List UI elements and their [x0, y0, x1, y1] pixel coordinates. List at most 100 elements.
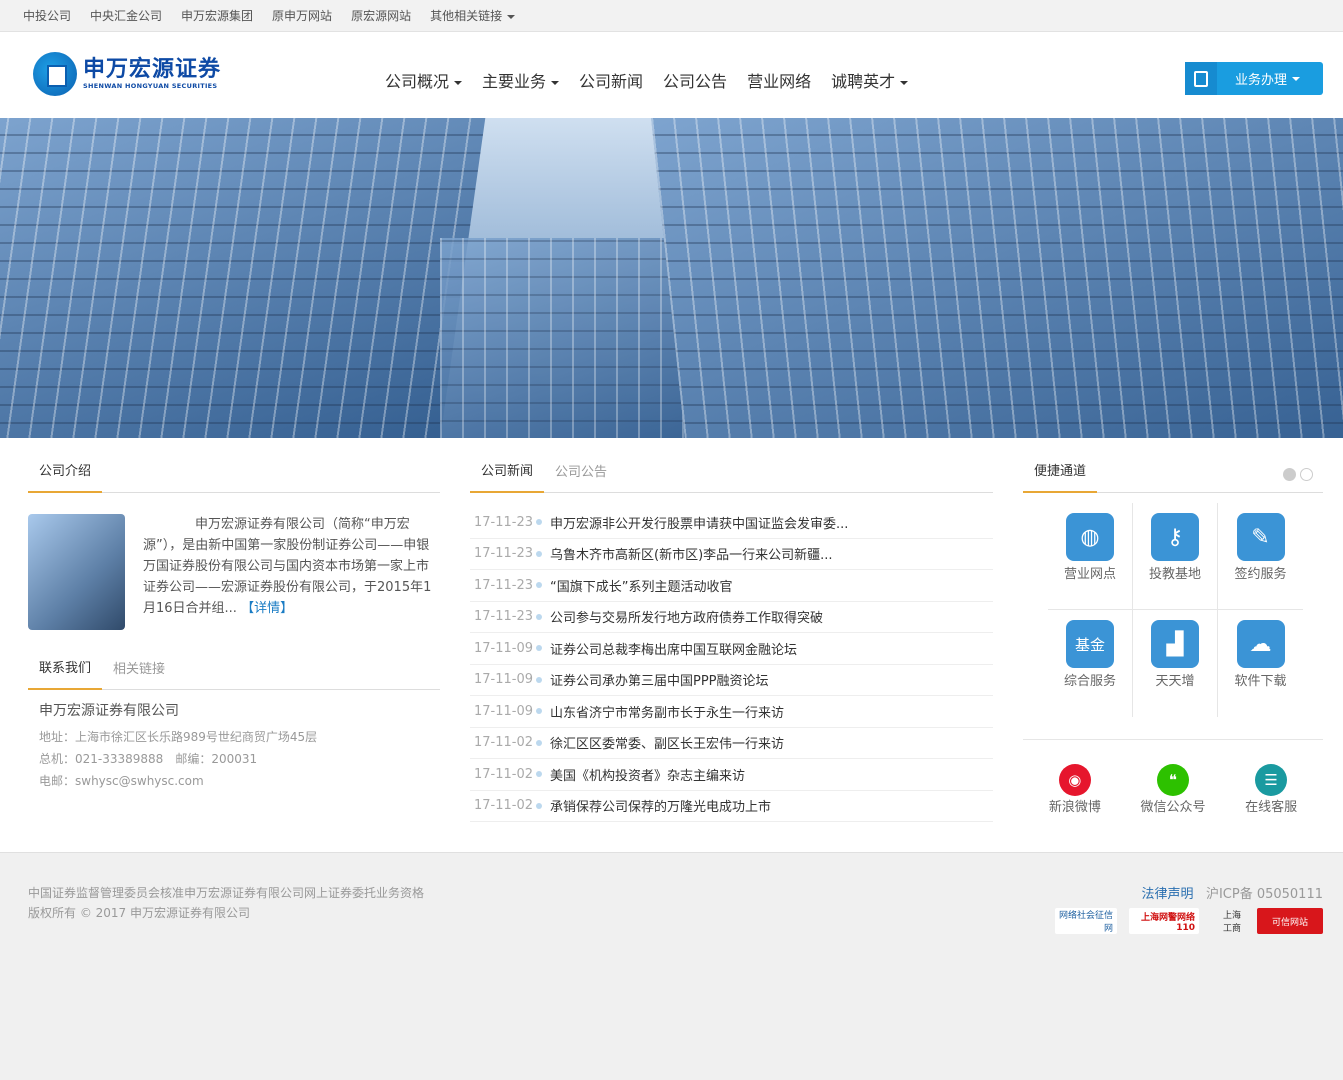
bullet-icon [536, 582, 542, 589]
fund-icon: 基金 [1066, 620, 1114, 668]
caret-down-icon [507, 14, 516, 19]
logo-en: SHENWAN HONGYUAN SECURITIES [83, 82, 218, 90]
bullet-icon [536, 739, 542, 746]
other-links-label: 其他相关链接 [430, 9, 503, 23]
company-building-image [28, 514, 125, 630]
logo[interactable]: 申万宏源证券 SHENWAN HONGYUAN SECURITIES [33, 52, 221, 96]
tab-related-links[interactable]: 相关链接 [102, 658, 176, 689]
badge-credit-network[interactable]: 网络社会征信网 [1055, 908, 1117, 934]
top-link[interactable]: 申万宏源集团 [181, 7, 253, 24]
nav-careers[interactable]: 诚聘英才 [831, 68, 909, 92]
contact-phone: 总机：021-33389888 邮编：200031 [39, 752, 258, 766]
wechat-icon: ❝ [1156, 764, 1189, 796]
news-title: 美国《机构投资者》杂志主编来访 [550, 768, 746, 784]
quick-general-service[interactable]: 基金 综合服务 [1048, 610, 1133, 717]
news-item[interactable]: 17-11-02 徐汇区区委常委、副区长王宏伟一行来访 [470, 728, 993, 759]
news-item[interactable]: 17-11-23 公司参与交易所发行地方政府债券工作取得突破 [470, 602, 993, 633]
news-title: 承销保荐公司保荐的万隆光电成功上市 [550, 800, 772, 816]
nav-company-announcements[interactable]: 公司公告 [663, 68, 727, 92]
top-link[interactable]: 中投公司 [23, 7, 71, 24]
bullet-icon [536, 613, 542, 620]
quick-branch-network[interactable]: ◍ 营业网点 [1048, 503, 1133, 610]
details-link[interactable]: 【详情】 [241, 601, 293, 616]
footer: 中国证券监督管理委员会核准申万宏源证券有限公司网上证券委托业务资格 版权所有 © … [0, 852, 1343, 1080]
nav-company-overview[interactable]: 公司概况 [385, 68, 463, 92]
news-date: 17-11-09 [474, 703, 534, 719]
top-link[interactable]: 中央汇金公司 [90, 7, 162, 24]
news-item[interactable]: 17-11-09 证券公司总裁李梅出席中国互联网金融论坛 [470, 633, 993, 665]
tab-contact-us[interactable]: 联系我们 [28, 657, 103, 690]
news-item[interactable]: 17-11-09 证券公司承办第三届中国PPP融资论坛 [470, 665, 993, 696]
news-title: 证券公司总裁李梅出席中国互联网金融论坛 [550, 642, 798, 658]
caret-down-icon [551, 80, 560, 85]
main-content: 公司介绍 申万宏源证券有限公司（简称“申万宏源”），是由新中国第一家股份制证券公… [0, 438, 1343, 852]
contact-company: 申万宏源证券有限公司 [39, 703, 179, 719]
hero-banner[interactable] [0, 118, 1343, 438]
badge-shanghai-police[interactable]: 上海网警网络110 [1129, 908, 1199, 934]
bullet-icon [536, 645, 542, 652]
id-card-icon [1185, 62, 1217, 95]
caret-down-icon [1292, 76, 1301, 81]
online-service-link[interactable]: ☰ 在线客服 [1245, 764, 1297, 815]
quick-software-download[interactable]: ☁ 软件下载 [1218, 610, 1303, 717]
badge-trusted-site[interactable]: 可信网站 [1257, 908, 1323, 934]
news-date: 17-11-09 [474, 640, 534, 656]
bullet-icon [536, 771, 542, 778]
tab-company-intro[interactable]: 公司介绍 [28, 460, 103, 493]
news-date: 17-11-23 [474, 514, 534, 530]
news-item[interactable]: 17-11-02 美国《机构投资者》杂志主编来访 [470, 759, 993, 791]
quick-slide-dots [1283, 468, 1313, 481]
quick-tabs: 便捷通道 [1023, 438, 1323, 493]
news-item[interactable]: 17-11-09 山东省济宁市常务副市长于永生一行来访 [470, 696, 993, 728]
quick-tiantianzeng[interactable]: ▟ 天天增 [1133, 610, 1218, 717]
nav-branch-network[interactable]: 营业网络 [747, 68, 811, 92]
news-title: 徐汇区区委常委、副区长王宏伟一行来访 [550, 737, 785, 753]
quick-signing-service[interactable]: ✎ 签约服务 [1218, 503, 1303, 610]
news-item[interactable]: 17-11-23 申万宏源非公开发行股票申请获中国证监会发审委... [470, 507, 993, 539]
caret-down-icon [454, 80, 463, 85]
intro-tabs: 公司介绍 [28, 438, 440, 493]
nav-company-news[interactable]: 公司新闻 [579, 68, 643, 92]
news-tabs: 公司新闻 公司公告 [470, 438, 993, 493]
slide-dot[interactable] [1283, 468, 1296, 481]
news-title: 公司参与交易所发行地方政府债券工作取得突破 [550, 611, 824, 627]
contact-tabs: 联系我们 相关链接 [28, 652, 440, 690]
header: 申万宏源证券 SHENWAN HONGYUAN SECURITIES 公司概况 主… [0, 32, 1343, 118]
badge-shanghai-commerce[interactable]: 上海工商 [1211, 908, 1245, 934]
main-nav: 公司概况 主要业务 公司新闻 公司公告 营业网络 诚聘英才 [385, 68, 909, 92]
bullet-icon [536, 676, 542, 683]
news-date: 17-11-23 [474, 546, 534, 562]
building-image [651, 118, 1343, 438]
news-item[interactable]: 17-11-02 承销保荐公司保荐的万隆光电成功上市 [470, 791, 993, 822]
weibo-link[interactable]: ◉ 新浪微博 [1049, 764, 1101, 815]
other-links-dropdown[interactable]: 其他相关链接 [430, 7, 516, 24]
news-title: “国旗下成长”系列主题活动收官 [550, 579, 733, 595]
tab-company-news[interactable]: 公司新闻 [470, 460, 545, 493]
bullet-icon [536, 519, 542, 526]
news-item[interactable]: 17-11-23 乌鲁木齐市高新区(新市区)李品一行来公司新疆... [470, 539, 993, 570]
top-link[interactable]: 原申万网站 [272, 7, 332, 24]
news-list: 17-11-23 申万宏源非公开发行股票申请获中国证监会发审委... 17-11-2… [470, 507, 993, 822]
tab-quick-access[interactable]: 便捷通道 [1023, 460, 1098, 493]
caret-down-icon [900, 80, 909, 85]
news-item[interactable]: 17-11-23 “国旗下成长”系列主题活动收官 [470, 570, 993, 602]
news-title: 山东省济宁市常务副市长于永生一行来访 [550, 705, 785, 721]
news-title: 申万宏源非公开发行股票申请获中国证监会发审委... [550, 516, 849, 532]
contact-email: 电邮：swhysc@swhysc.com [39, 774, 204, 788]
wechat-link[interactable]: ❝ 微信公众号 [1140, 764, 1205, 815]
nav-main-business[interactable]: 主要业务 [482, 68, 560, 92]
tab-company-announcements[interactable]: 公司公告 [544, 461, 618, 492]
footer-copyright: 版权所有 © 2017 申万宏源证券有限公司 [28, 906, 250, 920]
quick-investor-education[interactable]: ⚷ 投教基地 [1133, 503, 1218, 610]
legal-notice-link[interactable]: 法律声明 [1142, 887, 1194, 902]
cloud-download-icon: ☁ [1236, 620, 1285, 668]
news-title: 乌鲁木齐市高新区(新市区)李品一行来公司新疆... [550, 548, 833, 564]
news-date: 17-11-02 [474, 766, 534, 782]
slide-dot[interactable] [1300, 468, 1313, 481]
bullet-icon [536, 802, 542, 809]
news-date: 17-11-23 [474, 609, 534, 625]
footer-license: 中国证券监督管理委员会核准申万宏源证券有限公司网上证券委托业务资格 [28, 886, 425, 900]
building-image [440, 238, 700, 438]
business-handling-button[interactable]: 业务办理 [1185, 62, 1323, 95]
top-link[interactable]: 原宏源网站 [351, 7, 411, 24]
